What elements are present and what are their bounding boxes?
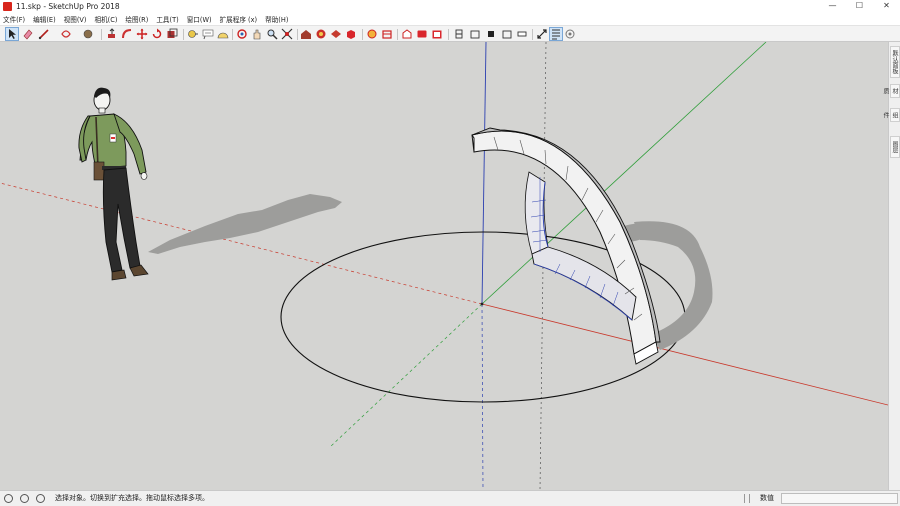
tray-tab-components[interactable]: 组件 — [882, 108, 900, 122]
window-controls: — ☐ ✕ — [819, 0, 900, 13]
line-icon[interactable] — [38, 28, 50, 40]
tray-tab-layers[interactable]: 图层 — [890, 136, 900, 158]
iso-view-icon[interactable] — [431, 28, 443, 40]
measurements-label: 数值 — [760, 494, 774, 502]
eraser-icon[interactable] — [22, 28, 34, 40]
green-axis-negative — [329, 303, 483, 448]
components-icon[interactable] — [315, 28, 327, 40]
blue-axis-positive — [481, 42, 487, 305]
blue-axis-negative — [481, 303, 484, 490]
status-bar: 选择对象。切换到扩充选择。拖动鼠标选择多项。 数值 — [0, 490, 900, 506]
menu-file[interactable]: 文件(F) — [3, 14, 25, 24]
rotate-icon[interactable] — [151, 28, 163, 40]
outliner-icon[interactable] — [549, 27, 563, 41]
styles-icon[interactable] — [345, 28, 357, 40]
user-icon[interactable] — [36, 494, 45, 503]
text-icon[interactable] — [202, 28, 214, 40]
status-message: 选择对象。切换到扩充选择。拖动鼠标选择多项。 — [55, 494, 209, 502]
modeling-viewport[interactable] — [0, 42, 888, 490]
warehouse-icon[interactable] — [300, 28, 312, 40]
status-divider-icon — [744, 494, 750, 503]
orbit-icon[interactable] — [236, 28, 248, 40]
pan-icon[interactable] — [251, 28, 263, 40]
tray-tab-materials[interactable]: 材质 — [882, 84, 900, 98]
paint-bucket-icon[interactable] — [82, 28, 94, 40]
red-axis-negative — [0, 182, 483, 305]
follow-me-icon[interactable] — [121, 28, 133, 40]
menu-camera[interactable]: 相机(C) — [94, 14, 117, 24]
window-title: 11.skp - SketchUp Pro 2018 — [16, 2, 120, 11]
main-toolbar — [0, 25, 900, 42]
layers-icon[interactable] — [366, 28, 378, 40]
measurements-input[interactable] — [781, 493, 898, 504]
section-display-icon[interactable] — [401, 28, 413, 40]
xray-icon[interactable] — [536, 28, 548, 40]
geo-location-icon[interactable] — [4, 494, 13, 503]
maximize-button[interactable]: ☐ — [846, 0, 873, 13]
top-view-icon[interactable] — [453, 28, 465, 40]
zoom-extents-icon[interactable] — [281, 28, 293, 40]
origin-point — [480, 302, 484, 306]
menu-bar: 文件(F) 编辑(E) 视图(V) 相机(C) 绘图(R) 工具(T) 窗口(W… — [0, 13, 900, 25]
arch-model[interactable] — [471, 127, 661, 365]
protractor-icon[interactable] — [217, 28, 229, 40]
move-icon[interactable] — [136, 28, 148, 40]
menu-extensions[interactable]: 扩展程序 (x) — [220, 14, 258, 24]
front-view-icon[interactable] — [469, 28, 481, 40]
scene-canvas[interactable] — [0, 42, 888, 490]
tape-measure-icon[interactable] — [187, 28, 199, 40]
section-plane-icon[interactable] — [381, 28, 393, 40]
close-button[interactable]: ✕ — [873, 0, 900, 13]
minimize-button[interactable]: — — [819, 0, 846, 13]
menu-help[interactable]: 帮助(H) — [265, 14, 288, 24]
scale-figure[interactable] — [78, 87, 149, 281]
menu-tools[interactable]: 工具(T) — [156, 14, 178, 24]
menu-edit[interactable]: 编辑(E) — [33, 14, 56, 24]
push-pull-icon[interactable] — [106, 28, 118, 40]
left-view-icon[interactable] — [516, 28, 528, 40]
right-view-icon[interactable] — [485, 28, 497, 40]
menu-view[interactable]: 视图(V) — [64, 14, 87, 24]
shape-icon[interactable] — [60, 28, 72, 40]
credits-icon[interactable] — [20, 494, 29, 503]
title-bar: 11.skp - SketchUp Pro 2018 — ☐ ✕ — [0, 0, 900, 13]
person-shadow — [148, 194, 342, 254]
extension-warehouse-icon[interactable] — [330, 28, 342, 40]
menu-draw[interactable]: 绘图(R) — [125, 14, 148, 24]
back-view-icon[interactable] — [501, 28, 513, 40]
section-cut-icon[interactable] — [416, 28, 428, 40]
tray-tab-default[interactable]: 默认面板 — [890, 46, 900, 78]
default-tray: 默认面板 材质 组件 图层 — [882, 42, 900, 490]
select-icon[interactable] — [5, 27, 19, 41]
fog-icon[interactable] — [564, 28, 576, 40]
menu-window[interactable]: 窗口(W) — [187, 14, 212, 24]
sketchup-logo-icon — [3, 2, 12, 11]
sketchup-window: 11.skp - SketchUp Pro 2018 — ☐ ✕ 文件(F) 编… — [0, 0, 900, 506]
zoom-icon[interactable] — [266, 28, 278, 40]
offset-icon[interactable] — [166, 28, 178, 40]
